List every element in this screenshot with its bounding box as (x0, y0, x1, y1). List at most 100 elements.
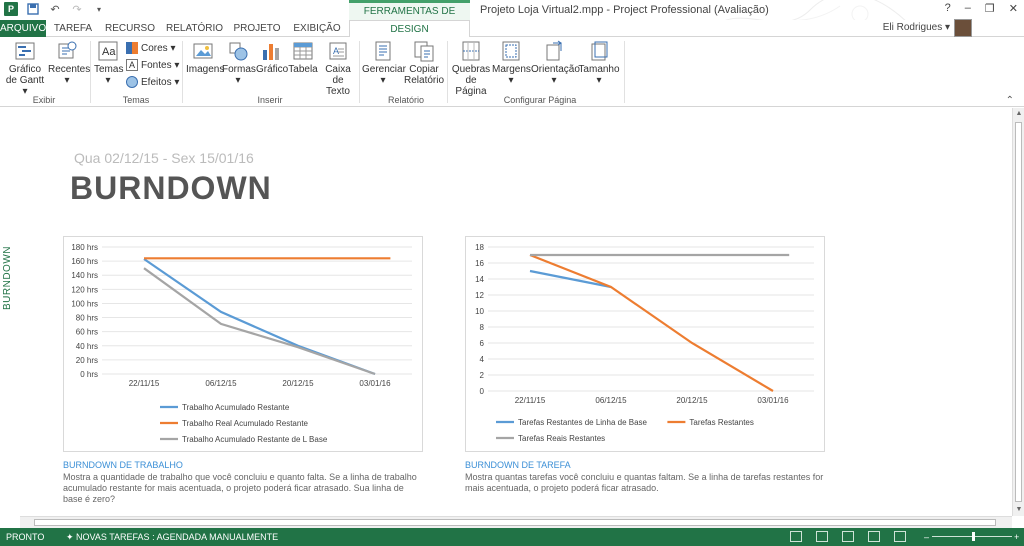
orientation-button[interactable]: Orientação ▾ (531, 40, 580, 86)
view-icon-1[interactable] (790, 531, 802, 542)
shapes-label: Formas ▾ (222, 64, 256, 86)
size-icon (591, 41, 608, 61)
save-icon[interactable] (26, 2, 40, 16)
y-tick-label: 8 (480, 323, 485, 332)
zoom-in-button[interactable]: + (1014, 528, 1019, 546)
view-icon-5[interactable] (894, 531, 906, 542)
series-line (529, 253, 774, 392)
y-tick-label: 180 hrs (71, 243, 98, 252)
minimize-button[interactable]: – (965, 2, 971, 15)
status-bar: PRONTO ✦ NOVAS TAREFAS : AGENDADA MANUAL… (0, 528, 1024, 546)
chart-button[interactable]: Gráfico (256, 40, 288, 75)
page-breaks-icon (462, 41, 480, 61)
horizontal-scroll-thumb[interactable] (34, 519, 996, 526)
title-bar: P ↶ ↷ ▾ FERRAMENTAS DE RELATÓRIO Projeto… (0, 0, 1024, 34)
work-burndown-chart[interactable]: 0 hrs 20 hrs 40 hrs 60 hrs 80 hrs 100 hrs 120 … (63, 236, 423, 452)
tab-projeto[interactable]: PROJETO (232, 20, 282, 37)
view-icon-4[interactable] (868, 531, 880, 542)
tab-relatorio[interactable]: RELATÓRIO (166, 20, 223, 37)
svg-text:Aa: Aa (102, 46, 116, 58)
themes-button[interactable]: Aa Temas ▾ (94, 40, 123, 86)
vertical-scroll-thumb[interactable] (1015, 122, 1022, 502)
zoom-slider-knob[interactable] (972, 532, 975, 541)
chart-icon (263, 44, 279, 60)
view-icon-3[interactable] (842, 531, 854, 542)
effects-button[interactable]: Efeitos ▾ (126, 76, 179, 88)
collapse-ribbon-icon[interactable]: ⌃ (1006, 95, 1014, 106)
size-button[interactable]: Tamanho ▾ (578, 40, 620, 86)
project-app-icon[interactable]: P (4, 2, 18, 16)
copy-report-label: Copiar Relatório (404, 64, 445, 86)
y-tick-label: 160 hrs (71, 257, 98, 266)
legend-label: Tarefas Restantes de Linha de Base (518, 418, 648, 427)
x-tick-label: 22/11/15 (515, 396, 546, 405)
recent-button[interactable]: Recentes ▾ (48, 40, 90, 86)
y-tick-label: 60 hrs (76, 328, 98, 337)
gantt-chart-icon (15, 42, 35, 60)
window-controls: ? – ❐ ✕ (945, 2, 1018, 15)
y-tick-label: 80 hrs (76, 314, 98, 323)
task-burndown-chart[interactable]: 0 2 4 6 8 10 12 14 16 18 22/11/15 06/12/15 20/12/15 0… (465, 236, 825, 452)
copy-report-button[interactable]: Copiar Relatório (404, 40, 444, 86)
new-tasks-mode[interactable]: ✦ NOVAS TAREFAS : AGENDADA MANUALMENTE (66, 528, 278, 546)
size-label: Tamanho ▾ (578, 64, 620, 86)
recent-label: Recentes ▾ (48, 64, 91, 86)
fonts-icon: A (126, 59, 138, 71)
y-tick-label: 20 hrs (76, 356, 98, 365)
shapes-button[interactable]: Formas ▾ (222, 40, 256, 86)
view-shortcuts (790, 531, 906, 542)
work-chart-description: Mostra a quantidade de trabalho que você… (63, 472, 417, 504)
image-icon (193, 43, 213, 59)
colors-button[interactable]: Cores ▾ (126, 42, 175, 54)
tab-exibicao[interactable]: EXIBIÇÃO (292, 20, 342, 37)
group-label-relatorio: Relatório (387, 95, 425, 105)
themes-icon: Aa (98, 41, 118, 61)
y-tick-label: 40 hrs (76, 342, 98, 351)
restore-button[interactable]: ❐ (985, 2, 995, 15)
redo-icon[interactable]: ↷ (70, 2, 84, 16)
x-tick-label: 22/11/15 (129, 379, 160, 388)
images-button[interactable]: Imagens (186, 40, 224, 75)
tab-arquivo[interactable]: ARQUIVO (0, 20, 46, 37)
margins-button[interactable]: Margens ▾ (492, 40, 531, 86)
tab-design[interactable]: DESIGN (349, 20, 470, 38)
ribbon-tabs: ARQUIVO TAREFA RECURSO RELATÓRIO PROJETO… (0, 20, 1024, 38)
close-button[interactable]: ✕ (1009, 2, 1018, 15)
orientation-icon (546, 40, 562, 61)
group-label-exibir: Exibir (32, 95, 56, 105)
user-name[interactable]: Eli Rodrigues ▾ (883, 22, 950, 33)
y-tick-label: 10 (475, 307, 484, 316)
zoom-slider[interactable] (932, 532, 1012, 541)
fonts-button[interactable]: A Fontes ▾ (126, 59, 179, 71)
x-tick-label: 20/12/15 (282, 379, 314, 388)
scroll-down-icon[interactable]: ▼ (1013, 504, 1024, 516)
vertical-scrollbar[interactable]: ▲ ▼ (1012, 108, 1024, 516)
series-line (143, 258, 376, 376)
y-tick-label: 0 (480, 387, 485, 396)
scroll-up-icon[interactable]: ▲ (1013, 108, 1024, 120)
y-tick-label: 16 (475, 259, 484, 268)
project-window: P ↶ ↷ ▾ FERRAMENTAS DE RELATÓRIO Projeto… (0, 0, 1024, 546)
textbox-button[interactable]: A Caixa de Texto (320, 40, 356, 97)
zoom-out-button[interactable]: – (924, 528, 929, 546)
undo-icon[interactable]: ↶ (48, 2, 62, 16)
x-tick-label: 06/12/15 (205, 379, 237, 388)
group-separator (90, 41, 91, 103)
table-button[interactable]: Tabela (288, 40, 318, 75)
user-avatar[interactable] (954, 19, 972, 37)
y-tick-label: 6 (480, 339, 485, 348)
page-breaks-button[interactable]: Quebras de Página (450, 40, 492, 97)
horizontal-scrollbar[interactable] (20, 516, 1012, 528)
manage-label: Gerenciar ▾ (362, 64, 406, 86)
customize-qat-icon[interactable]: ▾ (92, 2, 106, 16)
gantt-chart-button[interactable]: Gráfico de Gantt ▾ (2, 40, 48, 97)
tab-tarefa[interactable]: TAREFA (52, 20, 94, 37)
group-separator (447, 41, 448, 103)
x-tick-label: 06/12/15 (595, 396, 627, 405)
view-icon-2[interactable] (816, 531, 828, 542)
help-button[interactable]: ? (945, 2, 951, 15)
colors-icon (126, 42, 138, 54)
manage-button[interactable]: Gerenciar ▾ (362, 40, 406, 86)
orientation-label: Orientação ▾ (531, 64, 580, 86)
tab-recurso[interactable]: RECURSO (104, 20, 156, 37)
